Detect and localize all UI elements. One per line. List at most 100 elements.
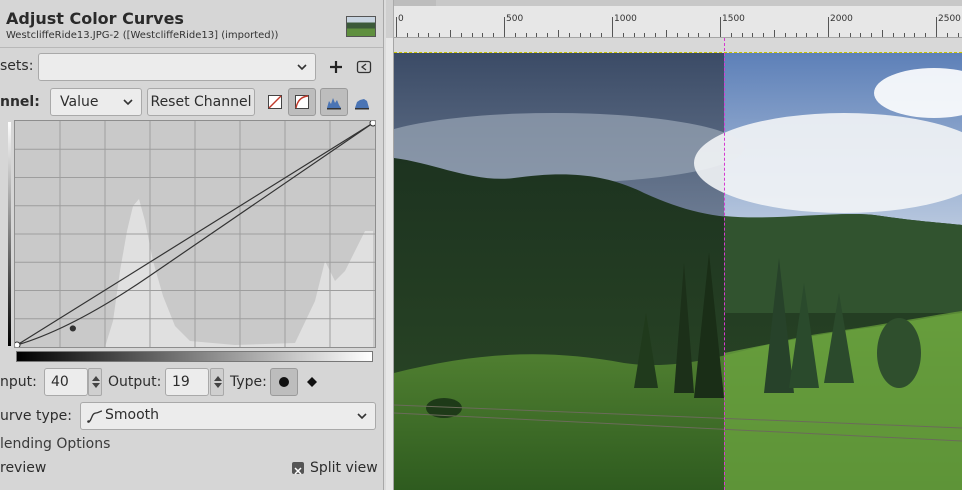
ruler-tick (925, 33, 927, 37)
ruler-tick (406, 33, 408, 37)
channel-combo[interactable]: Value (50, 88, 142, 116)
ruler-tick (547, 33, 549, 37)
ruler-tick (428, 33, 430, 37)
ruler-tick (720, 17, 721, 37)
vertical-guide[interactable] (724, 38, 725, 490)
log-curve-button[interactable] (288, 88, 316, 116)
curve-control-point (369, 121, 375, 127)
ruler-tick (741, 33, 743, 37)
ruler-tick (644, 33, 646, 37)
curve-icon (295, 95, 309, 109)
ruler-tick (946, 33, 948, 37)
log-histogram-button[interactable] (348, 88, 376, 116)
ruler-tick (612, 17, 613, 37)
output-stepper[interactable] (210, 368, 224, 396)
vertical-ruler[interactable] (386, 38, 394, 490)
ruler-tick (860, 33, 862, 37)
ruler-label: 0 (398, 14, 404, 24)
linear-histogram-button[interactable] (320, 88, 348, 116)
curve-plot[interactable] (15, 121, 375, 347)
photo-render (394, 53, 962, 490)
presets-combo[interactable] (38, 53, 316, 81)
ruler-tick (536, 33, 538, 37)
landscape-photo[interactable] (394, 52, 962, 490)
ruler-tick (471, 33, 473, 37)
output-value-gradient (16, 351, 373, 362)
ruler-tick (514, 33, 516, 37)
linear-curve-icon (268, 95, 282, 109)
ruler-label: 1500 (722, 14, 745, 24)
ruler-tick (774, 30, 775, 37)
type-label: Type: (230, 374, 267, 390)
corner-point-button[interactable] (298, 368, 326, 396)
ruler-tick (892, 33, 894, 37)
chevron-down-icon (297, 64, 307, 71)
smooth-point-button[interactable] (270, 368, 298, 396)
ruler-tick (709, 33, 711, 37)
ruler-tick (622, 33, 624, 37)
curve-type-combo[interactable]: Smooth (80, 402, 376, 430)
split-view-checkbox[interactable] (292, 462, 304, 475)
ruler-tick (568, 33, 570, 37)
ruler-tick (558, 30, 559, 37)
blending-options-expander[interactable]: lending Options (0, 436, 110, 452)
ruler-tick (784, 33, 786, 37)
ruler-tick (525, 33, 527, 37)
ruler-tick (601, 33, 603, 37)
ruler-tick (882, 30, 883, 37)
ruler-tick (590, 33, 592, 37)
ruler-tick (698, 33, 700, 37)
reset-channel-button[interactable]: Reset Channel (147, 88, 255, 116)
plus-icon (330, 61, 342, 73)
histogram (105, 199, 373, 347)
ruler-tick (482, 33, 484, 37)
ruler-tick (752, 33, 754, 37)
linear-curve-button[interactable] (261, 88, 289, 116)
curves-dialog: Adjust Color Curves WestcliffeRide13.JPG… (0, 0, 384, 490)
horizontal-ruler[interactable]: 0 500 1000 1500 2000 2500 (394, 6, 962, 38)
ruler-tick (450, 30, 451, 37)
ruler-label: 1000 (614, 14, 637, 24)
input-label: nput: (0, 374, 37, 390)
diamond-point-icon (307, 377, 317, 387)
ruler-tick (676, 33, 678, 37)
ruler-tick (849, 33, 851, 37)
curve-editor[interactable] (14, 120, 376, 348)
ruler-label: 500 (506, 14, 524, 24)
circle-point-icon (279, 377, 289, 387)
checkmark-x-icon (294, 467, 302, 475)
add-preset-button[interactable] (322, 53, 350, 81)
ruler-tick (579, 33, 581, 37)
channel-label: nnel: (0, 94, 40, 110)
ruler-tick (504, 17, 505, 37)
image-canvas[interactable]: 0 500 1000 1500 2000 2500 (386, 0, 962, 490)
dialog-title: Adjust Color Curves (6, 9, 184, 28)
header-divider (0, 47, 383, 48)
ruler-tick (838, 33, 840, 37)
ruler-label: 2500 (938, 14, 961, 24)
ruler-tick (396, 17, 397, 37)
manage-presets-button[interactable] (350, 53, 378, 81)
ruler-tick (957, 33, 959, 37)
input-field[interactable]: 40 (44, 368, 88, 396)
ruler-tick (417, 33, 419, 37)
linear-histogram-icon (327, 98, 341, 110)
input-value-gradient (8, 122, 11, 346)
ruler-tick (936, 17, 937, 37)
input-stepper[interactable] (88, 368, 102, 396)
ruler-tick (828, 17, 829, 37)
ruler-tick (903, 33, 905, 37)
chevron-down-icon (123, 99, 133, 106)
ruler-tick (730, 33, 732, 37)
image-thumbnail (346, 16, 376, 37)
preset-menu-icon (356, 60, 372, 74)
dialog-subtitle: WestcliffeRide13.JPG-2 ([WestcliffeRide1… (6, 30, 279, 41)
ruler-label: 2000 (830, 14, 853, 24)
ruler-tick (817, 33, 819, 37)
output-field[interactable]: 19 (165, 368, 209, 396)
curve-control-point (15, 341, 21, 347)
curve-type-label: urve type: (0, 408, 72, 424)
ruler-tick (806, 33, 808, 37)
ruler-tick (493, 33, 495, 37)
preview-checkbox-label[interactable]: review (0, 460, 46, 476)
